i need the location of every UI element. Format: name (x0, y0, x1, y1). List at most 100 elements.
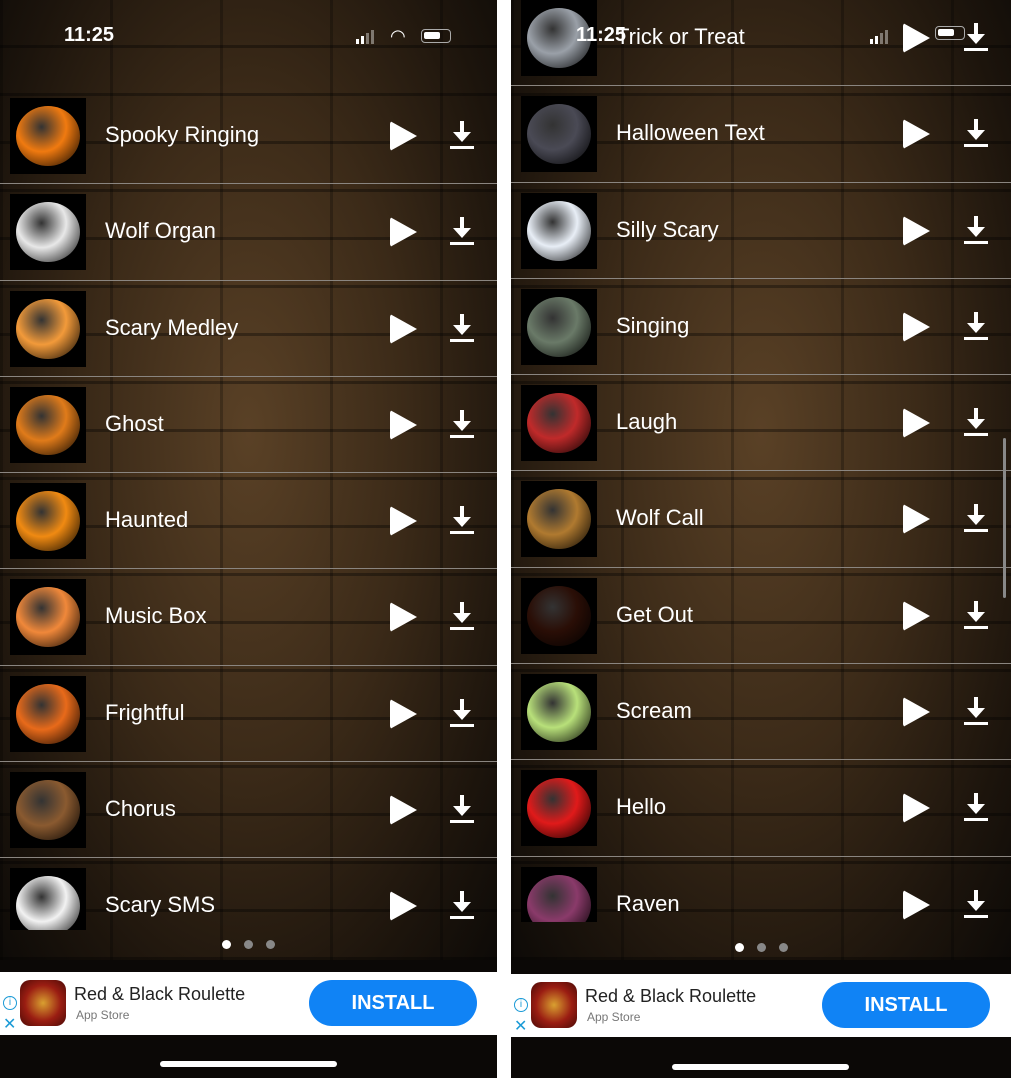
battery-icon (421, 29, 451, 43)
download-icon[interactable] (964, 504, 988, 533)
download-icon[interactable] (450, 795, 474, 824)
ghost-icon (10, 868, 86, 930)
page-dot[interactable] (244, 940, 253, 949)
play-icon[interactable] (903, 697, 930, 728)
skull-crossbones-icon (521, 770, 597, 847)
download-icon[interactable] (450, 217, 474, 246)
pirate-pumpkin-icon (10, 675, 86, 752)
ad-close-icon[interactable]: ✕ (514, 1016, 527, 1036)
download-icon[interactable] (964, 793, 988, 822)
play-icon[interactable] (390, 313, 417, 344)
play-icon[interactable] (390, 121, 417, 151)
page-dot[interactable] (778, 943, 788, 952)
list-item[interactable]: Laugh (511, 375, 1011, 472)
play-icon[interactable] (390, 602, 417, 633)
dracula-icon (521, 385, 597, 462)
list-item[interactable]: Raven (511, 857, 1011, 922)
page-indicator[interactable] (511, 943, 1011, 952)
page-indicator[interactable] (0, 940, 497, 949)
list-item[interactable]: Spooky Ringing (0, 88, 497, 185)
download-icon[interactable] (964, 119, 988, 148)
list-item[interactable]: Get Out (511, 568, 1011, 665)
play-icon[interactable] (903, 311, 930, 342)
ringtone-title: Singing (616, 312, 690, 338)
ringtone-title: Music Box (105, 603, 207, 629)
home-indicator[interactable] (160, 1061, 337, 1067)
page-dot[interactable] (266, 940, 275, 949)
list-item[interactable]: Chorus (0, 762, 497, 859)
wizard-hat-icon (521, 96, 597, 173)
ad-close-icon[interactable]: ✕ (3, 1014, 16, 1034)
play-icon[interactable] (903, 889, 930, 920)
ringtone-title: Laugh (616, 409, 678, 435)
download-icon[interactable] (450, 121, 474, 149)
play-icon[interactable] (390, 217, 417, 248)
ad-subtitle: App Store (587, 1010, 641, 1024)
list-item[interactable]: Scary Medley (0, 281, 497, 377)
battery-icon (935, 26, 965, 40)
ringtone-title: Ghost (105, 410, 164, 436)
play-icon[interactable] (903, 408, 930, 439)
download-icon[interactable] (964, 697, 988, 726)
page-dot[interactable] (756, 943, 766, 952)
download-icon[interactable] (964, 215, 988, 244)
frankenstein-icon (521, 288, 597, 365)
status-bar: 11:25 ◠ (0, 24, 497, 54)
witch-hat-icon (10, 772, 86, 849)
page-dot[interactable] (222, 940, 231, 949)
ad-banner[interactable]: i ✕ Red & Black Roulette App Store INSTA… (511, 974, 1011, 1037)
play-icon[interactable] (903, 504, 930, 535)
skeleton-icon (521, 674, 597, 751)
download-icon[interactable] (450, 698, 474, 727)
list-item[interactable]: Wolf Organ (0, 184, 497, 281)
ringtone-title: Hello (616, 794, 667, 820)
download-icon[interactable] (450, 313, 474, 342)
install-button[interactable]: INSTALL (309, 980, 477, 1026)
play-icon[interactable] (390, 698, 417, 729)
ringtone-title: Scream (616, 698, 692, 724)
download-icon[interactable] (964, 408, 988, 437)
download-icon[interactable] (450, 409, 474, 438)
download-icon[interactable] (964, 889, 988, 918)
status-time: 11:25 (576, 24, 627, 46)
list-item[interactable]: Wolf Call (511, 471, 1011, 568)
jack-o-lantern-icon (10, 290, 86, 367)
download-icon[interactable] (964, 311, 988, 340)
home-indicator[interactable] (672, 1064, 849, 1070)
jack-o-lantern-icon (10, 579, 86, 656)
download-icon[interactable] (450, 602, 474, 631)
list-item[interactable]: Singing (511, 279, 1011, 376)
list-item[interactable]: Haunted (0, 473, 497, 570)
download-icon[interactable] (450, 891, 474, 920)
list-item[interactable]: Frightful (0, 666, 497, 763)
ad-banner[interactable]: i ✕ Red & Black Roulette App Store INSTA… (0, 972, 497, 1035)
page-dot[interactable] (734, 943, 744, 952)
list-item[interactable]: Music Box (0, 569, 497, 666)
install-button[interactable]: INSTALL (822, 982, 990, 1028)
ad-info-icon[interactable]: i (514, 998, 528, 1012)
download-icon[interactable] (450, 506, 474, 535)
scrollbar[interactable] (1003, 438, 1006, 598)
play-icon[interactable] (390, 506, 417, 537)
list-item[interactable]: Scary SMS (0, 858, 497, 930)
play-icon[interactable] (903, 215, 930, 246)
list-item[interactable]: Halloween Text (511, 86, 1011, 183)
ringtone-title: Silly Scary (616, 216, 719, 242)
list-item[interactable]: Hello (511, 760, 1011, 857)
ringtone-list[interactable]: Spooky Ringing Wolf Organ Scary Medley G… (0, 88, 497, 930)
list-item[interactable]: Scream (511, 664, 1011, 761)
ringtone-title: Scary Medley (105, 314, 239, 340)
play-icon[interactable] (390, 409, 417, 440)
play-icon[interactable] (903, 119, 930, 150)
ringtone-list[interactable]: Trick or Treat Halloween Text Silly Scar… (511, 0, 1011, 922)
ad-info-icon[interactable]: i (3, 996, 17, 1010)
list-item[interactable]: Silly Scary (511, 183, 1011, 279)
play-icon[interactable] (390, 891, 417, 922)
left-phone-screen: Spooky Ringing Wolf Organ Scary Medley G… (0, 0, 497, 1078)
ringtone-title: Wolf Call (616, 505, 704, 531)
play-icon[interactable] (390, 795, 417, 826)
play-icon[interactable] (903, 600, 930, 631)
download-icon[interactable] (964, 600, 988, 629)
list-item[interactable]: Ghost (0, 377, 497, 474)
play-icon[interactable] (903, 793, 930, 824)
